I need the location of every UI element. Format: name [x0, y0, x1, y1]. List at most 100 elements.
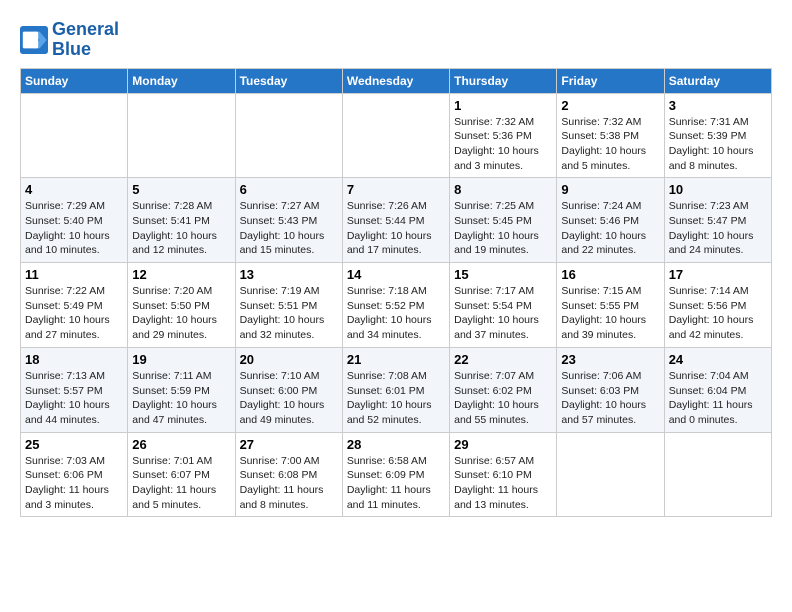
day-info: Sunrise: 7:07 AM Sunset: 6:02 PM Dayligh… — [454, 370, 539, 426]
calendar-cell: 5 Sunrise: 7:28 AM Sunset: 5:41 PM Daylig… — [128, 178, 235, 263]
day-number: 2 — [561, 98, 659, 113]
day-info: Sunrise: 7:11 AM Sunset: 5:59 PM Dayligh… — [132, 370, 217, 426]
calendar-cell: 16 Sunrise: 7:15 AM Sunset: 5:55 PM Dayli… — [557, 263, 664, 348]
day-number: 29 — [454, 437, 552, 452]
calendar-cell: 19 Sunrise: 7:11 AM Sunset: 5:59 PM Dayli… — [128, 347, 235, 432]
day-info: Sunrise: 7:20 AM Sunset: 5:50 PM Dayligh… — [132, 285, 217, 341]
day-info: Sunrise: 7:15 AM Sunset: 5:55 PM Dayligh… — [561, 285, 646, 341]
day-info: Sunrise: 7:29 AM Sunset: 5:40 PM Dayligh… — [25, 200, 110, 256]
day-info: Sunrise: 7:32 AM Sunset: 5:36 PM Dayligh… — [454, 116, 539, 172]
day-info: Sunrise: 7:17 AM Sunset: 5:54 PM Dayligh… — [454, 285, 539, 341]
day-number: 20 — [240, 352, 338, 367]
calendar-cell: 8Sunrise: 7:25 AM Sunset: 5:45 PM Daylig… — [450, 178, 557, 263]
day-number: 4 — [25, 182, 123, 197]
calendar-cell: 14 Sunrise: 7:18 AM Sunset: 5:52 PM Dayli… — [342, 263, 449, 348]
day-info: Sunrise: 7:24 AM Sunset: 5:46 PM Dayligh… — [561, 200, 646, 256]
calendar-cell: 4 Sunrise: 7:29 AM Sunset: 5:40 PM Daylig… — [21, 178, 128, 263]
day-number: 3 — [669, 98, 767, 113]
day-number: 5 — [132, 182, 230, 197]
calendar-cell: 26 Sunrise: 7:01 AM Sunset: 6:07 PM Dayli… — [128, 432, 235, 517]
day-info: Sunrise: 6:58 AM Sunset: 6:09 PM Dayligh… — [347, 455, 431, 511]
calendar-cell: 7 Sunrise: 7:26 AM Sunset: 5:44 PM Daylig… — [342, 178, 449, 263]
calendar-cell: 24 Sunrise: 7:04 AM Sunset: 6:04 PM Dayli… — [664, 347, 771, 432]
calendar-cell: 11 Sunrise: 7:22 AM Sunset: 5:49 PM Dayli… — [21, 263, 128, 348]
weekday-header-sunday: Sunday — [21, 68, 128, 93]
day-number: 7 — [347, 182, 445, 197]
calendar-cell: 12 Sunrise: 7:20 AM Sunset: 5:50 PM Dayli… — [128, 263, 235, 348]
day-number: 25 — [25, 437, 123, 452]
day-number: 13 — [240, 267, 338, 282]
calendar-cell: 2 Sunrise: 7:32 AM Sunset: 5:38 PM Daylig… — [557, 93, 664, 178]
calendar-cell — [557, 432, 664, 517]
day-number: 17 — [669, 267, 767, 282]
calendar-cell: 15 Sunrise: 7:17 AM Sunset: 5:54 PM Dayli… — [450, 263, 557, 348]
day-info: Sunrise: 7:31 AM Sunset: 5:39 PM Dayligh… — [669, 116, 754, 172]
day-number: 15 — [454, 267, 552, 282]
day-number: 19 — [132, 352, 230, 367]
day-info: Sunrise: 7:03 AM Sunset: 6:06 PM Dayligh… — [25, 455, 109, 511]
day-number: 28 — [347, 437, 445, 452]
weekday-header-saturday: Saturday — [664, 68, 771, 93]
calendar-cell: 3 Sunrise: 7:31 AM Sunset: 5:39 PM Daylig… — [664, 93, 771, 178]
calendar-cell: 21 Sunrise: 7:08 AM Sunset: 6:01 PM Dayli… — [342, 347, 449, 432]
day-info: Sunrise: 7:19 AM Sunset: 5:51 PM Dayligh… — [240, 285, 325, 341]
day-info: Sunrise: 7:08 AM Sunset: 6:01 PM Dayligh… — [347, 370, 432, 426]
calendar-cell — [235, 93, 342, 178]
day-info: Sunrise: 7:01 AM Sunset: 6:07 PM Dayligh… — [132, 455, 216, 511]
day-number: 12 — [132, 267, 230, 282]
day-info: Sunrise: 7:18 AM Sunset: 5:52 PM Dayligh… — [347, 285, 432, 341]
calendar-cell: 22 Sunrise: 7:07 AM Sunset: 6:02 PM Dayli… — [450, 347, 557, 432]
calendar-cell: 23 Sunrise: 7:06 AM Sunset: 6:03 PM Dayli… — [557, 347, 664, 432]
day-number: 16 — [561, 267, 659, 282]
day-number: 23 — [561, 352, 659, 367]
day-number: 8 — [454, 182, 552, 197]
weekday-header-monday: Monday — [128, 68, 235, 93]
calendar-cell — [342, 93, 449, 178]
day-info: Sunrise: 7:26 AM Sunset: 5:44 PM Dayligh… — [347, 200, 432, 256]
calendar-cell: 20 Sunrise: 7:10 AM Sunset: 6:00 PM Dayli… — [235, 347, 342, 432]
day-info: Sunrise: 7:10 AM Sunset: 6:00 PM Dayligh… — [240, 370, 325, 426]
day-number: 10 — [669, 182, 767, 197]
calendar-cell: 9 Sunrise: 7:24 AM Sunset: 5:46 PM Daylig… — [557, 178, 664, 263]
day-number: 11 — [25, 267, 123, 282]
day-info: Sunrise: 7:28 AM Sunset: 5:41 PM Dayligh… — [132, 200, 217, 256]
weekday-header-wednesday: Wednesday — [342, 68, 449, 93]
day-number: 27 — [240, 437, 338, 452]
weekday-header-thursday: Thursday — [450, 68, 557, 93]
day-info: Sunrise: 7:27 AM Sunset: 5:43 PM Dayligh… — [240, 200, 325, 256]
calendar-cell: 6 Sunrise: 7:27 AM Sunset: 5:43 PM Daylig… — [235, 178, 342, 263]
calendar-cell — [664, 432, 771, 517]
day-number: 6 — [240, 182, 338, 197]
calendar-cell: 13 Sunrise: 7:19 AM Sunset: 5:51 PM Dayli… — [235, 263, 342, 348]
calendar-cell: 28 Sunrise: 6:58 AM Sunset: 6:09 PM Dayli… — [342, 432, 449, 517]
day-number: 24 — [669, 352, 767, 367]
day-info: Sunrise: 7:22 AM Sunset: 5:49 PM Dayligh… — [25, 285, 110, 341]
calendar-cell: 18 Sunrise: 7:13 AM Sunset: 5:57 PM Dayli… — [21, 347, 128, 432]
day-number: 1 — [454, 98, 552, 113]
calendar-cell — [128, 93, 235, 178]
calendar-cell: 17 Sunrise: 7:14 AM Sunset: 5:56 PM Dayli… — [664, 263, 771, 348]
day-number: 9 — [561, 182, 659, 197]
day-info: Sunrise: 7:14 AM Sunset: 5:56 PM Dayligh… — [669, 285, 754, 341]
day-info: Sunrise: 7:04 AM Sunset: 6:04 PM Dayligh… — [669, 370, 753, 426]
day-number: 14 — [347, 267, 445, 282]
calendar-cell — [21, 93, 128, 178]
day-info: Sunrise: 7:00 AM Sunset: 6:08 PM Dayligh… — [240, 455, 324, 511]
calendar-cell: 29 Sunrise: 6:57 AM Sunset: 6:10 PM Dayli… — [450, 432, 557, 517]
logo: General Blue — [20, 20, 119, 60]
day-number: 26 — [132, 437, 230, 452]
weekday-header-friday: Friday — [557, 68, 664, 93]
day-number: 22 — [454, 352, 552, 367]
general-blue-logo-icon — [20, 26, 48, 54]
calendar-cell: 10Sunrise: 7:23 AM Sunset: 5:47 PM Dayli… — [664, 178, 771, 263]
day-number: 18 — [25, 352, 123, 367]
calendar-cell: 27 Sunrise: 7:00 AM Sunset: 6:08 PM Dayli… — [235, 432, 342, 517]
day-info: Sunrise: 7:32 AM Sunset: 5:38 PM Dayligh… — [561, 116, 646, 172]
day-number: 21 — [347, 352, 445, 367]
day-info: Sunrise: 7:06 AM Sunset: 6:03 PM Dayligh… — [561, 370, 646, 426]
logo-text: General Blue — [52, 20, 119, 60]
calendar-cell: 25 Sunrise: 7:03 AM Sunset: 6:06 PM Dayli… — [21, 432, 128, 517]
day-info: Sunrise: 6:57 AM Sunset: 6:10 PM Dayligh… — [454, 455, 538, 511]
calendar-table: SundayMondayTuesdayWednesdayThursdayFrid… — [20, 68, 772, 518]
day-info: Sunrise: 7:13 AM Sunset: 5:57 PM Dayligh… — [25, 370, 110, 426]
